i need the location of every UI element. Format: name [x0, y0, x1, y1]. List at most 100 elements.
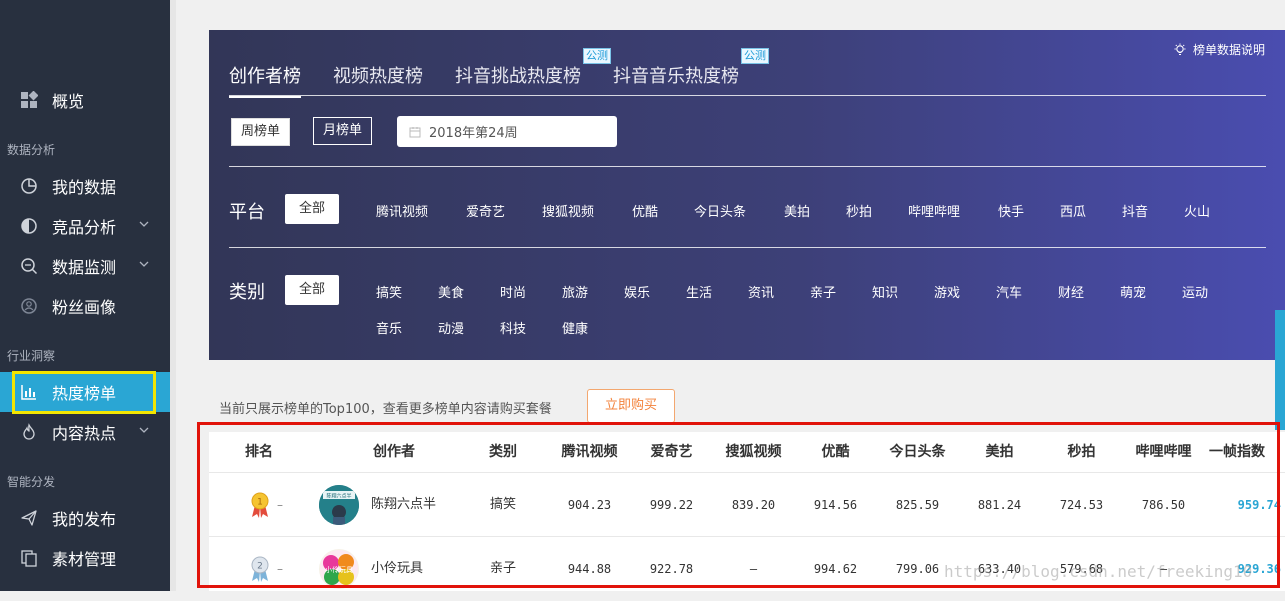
- category-cell: 亲子: [489, 561, 516, 576]
- tab-label: 抖音音乐热度榜: [613, 66, 739, 87]
- value-cell: 786.50: [1141, 498, 1186, 512]
- platform-all-chip[interactable]: 全部: [285, 194, 339, 224]
- column-header: 一帧指数: [1209, 444, 1265, 460]
- avatar: 小伶玩具: [319, 549, 359, 589]
- column-header: 排名: [245, 444, 273, 460]
- platform-option[interactable]: 优酷: [632, 201, 658, 220]
- tab-video-ranking[interactable]: 视频热度榜: [333, 62, 423, 96]
- platform-option[interactable]: 腾讯视频: [376, 201, 428, 220]
- column-header: 美拍: [985, 444, 1014, 460]
- nav-item-data-monitor[interactable]: 数据监测: [0, 246, 170, 286]
- platform-option[interactable]: 秒拍: [846, 201, 872, 220]
- category-label: 类别: [229, 282, 265, 303]
- weekly-ranking-button[interactable]: 周榜单: [231, 118, 291, 146]
- silver-medal-icon: 2: [251, 556, 269, 582]
- chevron-down-icon[interactable]: [138, 424, 150, 436]
- right-scroll-indicator[interactable]: [1275, 310, 1285, 430]
- category-option[interactable]: 旅游: [562, 282, 588, 301]
- chevron-down-icon[interactable]: [138, 258, 150, 270]
- category-option[interactable]: 知识: [872, 282, 898, 301]
- nav-item-label: 素材管理: [52, 550, 117, 569]
- category-all-chip[interactable]: 全部: [285, 275, 339, 305]
- nav-item-content-hotspots[interactable]: 内容热点: [0, 412, 170, 452]
- monthly-ranking-button[interactable]: 月榜单: [313, 117, 373, 145]
- highlight-box: [12, 371, 156, 414]
- nav-item-my-publish[interactable]: 我的发布: [0, 498, 170, 538]
- platform-option[interactable]: 西瓜: [1060, 201, 1086, 220]
- column-header: 类别: [489, 444, 517, 460]
- avatar: 陈翔六点半: [319, 485, 359, 525]
- table-row[interactable]: 1 – 陈翔六点半 陈翔六点半 搞笑 904.23 999.22 839.20 …: [209, 472, 1285, 537]
- ranking-data-help-link[interactable]: 榜单数据说明: [1173, 41, 1265, 58]
- creator-name[interactable]: 陈翔六点半: [371, 473, 436, 537]
- category-option[interactable]: 资讯: [748, 282, 774, 301]
- buy-now-button[interactable]: 立即购买: [587, 389, 675, 423]
- column-header: 秒拍: [1067, 444, 1096, 460]
- nav-item-label: 内容热点: [52, 424, 117, 443]
- chevron-down-icon[interactable]: [138, 218, 150, 230]
- platform-option[interactable]: 搜狐视频: [542, 201, 594, 220]
- avatar-text: 小伶玩具: [325, 565, 353, 574]
- lightbulb-icon: [1174, 43, 1186, 55]
- category-option[interactable]: 财经: [1058, 282, 1084, 301]
- column-header: 创作者: [373, 444, 415, 460]
- value-cell: 944.88: [567, 562, 612, 576]
- ranking-tabs: 创作者榜 视频热度榜 抖音挑战热度榜 公测 抖音音乐热度榜 公测: [229, 48, 771, 98]
- sidebar-scrollbar[interactable]: [170, 0, 176, 591]
- value-cell: 881.24: [977, 498, 1022, 512]
- avatar-text: 陈翔六点半: [326, 493, 351, 500]
- platform-option[interactable]: 今日头条: [694, 201, 746, 220]
- nav-group-industry-insight: 行业洞察: [7, 349, 56, 363]
- tab-creator-ranking[interactable]: 创作者榜: [229, 62, 301, 98]
- column-header: 优酷: [821, 444, 850, 460]
- category-option[interactable]: 萌宠: [1120, 282, 1146, 301]
- category-option[interactable]: 音乐: [376, 318, 402, 337]
- tab-douyin-challenge-ranking[interactable]: 抖音挑战热度榜 公测: [455, 48, 611, 96]
- tab-label: 抖音挑战热度榜: [455, 66, 581, 87]
- rank-number: 2: [257, 562, 263, 572]
- materials-icon: [20, 549, 38, 567]
- nav-item-materials[interactable]: 素材管理: [0, 538, 170, 578]
- week-picker-input[interactable]: 2018年第24周: [397, 116, 617, 147]
- category-option[interactable]: 健康: [562, 318, 588, 337]
- platform-option[interactable]: 美拍: [784, 201, 810, 220]
- category-option[interactable]: 动漫: [438, 318, 464, 337]
- platform-option[interactable]: 火山: [1184, 201, 1210, 220]
- nav-item-label: 我的发布: [52, 510, 117, 529]
- category-option[interactable]: 汽车: [996, 282, 1022, 301]
- category-option[interactable]: 亲子: [810, 282, 836, 301]
- value-cell: –: [749, 562, 758, 576]
- category-option[interactable]: 搞笑: [376, 282, 402, 301]
- sidebar: 概览 数据分析 我的数据 竞品分析 数据监测 粉丝画像 行业洞察 热度榜单 内容…: [0, 0, 170, 591]
- platform-option[interactable]: 爱奇艺: [466, 201, 505, 220]
- divider: [229, 166, 1266, 167]
- category-cell: 搞笑: [489, 497, 516, 512]
- value-cell: 999.22: [649, 498, 694, 512]
- category-option[interactable]: 美食: [438, 282, 464, 301]
- nav-item-label: 数据监测: [52, 258, 117, 277]
- tab-label: 视频热度榜: [333, 66, 423, 87]
- column-header: 搜狐视频: [725, 444, 782, 460]
- compare-icon: [20, 217, 38, 235]
- platform-option[interactable]: 哔哩哔哩: [908, 201, 960, 220]
- category-option[interactable]: 娱乐: [624, 282, 650, 301]
- index-cell: 959.74: [1237, 498, 1281, 512]
- category-option[interactable]: 科技: [500, 318, 526, 337]
- platform-option[interactable]: 快手: [998, 201, 1024, 220]
- nav-item-my-data[interactable]: 我的数据: [0, 166, 170, 206]
- category-option[interactable]: 生活: [686, 282, 712, 301]
- category-option[interactable]: 时尚: [500, 282, 526, 301]
- divider: [229, 95, 1266, 96]
- watermark: https://blog.csdn.net/freeking10: [944, 562, 1253, 581]
- creator-name[interactable]: 小伶玩具: [371, 537, 423, 601]
- nav-overview[interactable]: 概览: [0, 80, 170, 120]
- platform-option[interactable]: 抖音: [1122, 201, 1148, 220]
- fans-profile-icon: [20, 297, 38, 315]
- category-option[interactable]: 运动: [1182, 282, 1208, 301]
- tab-douyin-music-ranking[interactable]: 抖音音乐热度榜 公测: [613, 48, 769, 96]
- nav-item-fans-profile[interactable]: 粉丝画像: [0, 286, 170, 326]
- category-option[interactable]: 游戏: [934, 282, 960, 301]
- column-header: 今日头条: [889, 444, 946, 460]
- nav-item-label: 我的数据: [52, 178, 117, 197]
- nav-item-competitor-analysis[interactable]: 竞品分析: [0, 206, 170, 246]
